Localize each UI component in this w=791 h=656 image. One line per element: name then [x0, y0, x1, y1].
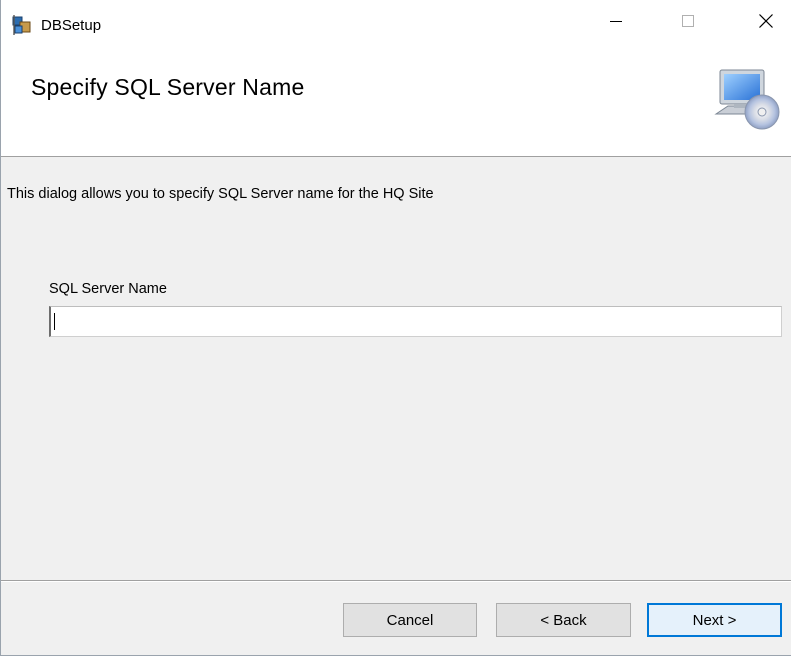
next-button[interactable]: Next > [647, 603, 782, 637]
close-icon [759, 13, 773, 33]
title-bar[interactable]: DBSetup [1, 0, 791, 46]
dialog-description: This dialog allows you to specify SQL Se… [7, 186, 434, 202]
maximize-button[interactable] [663, 0, 713, 46]
sql-server-name-input[interactable] [49, 306, 782, 337]
close-button[interactable] [741, 0, 791, 46]
installer-app-icon [11, 14, 33, 36]
setup-window: DBSetup Specify SQL Server Name This dia… [0, 0, 791, 656]
back-button[interactable]: < Back [496, 603, 631, 637]
window-title: DBSetup [41, 17, 102, 34]
maximize-icon [682, 14, 694, 32]
header-banner: Specify SQL Server Name [1, 46, 791, 157]
cancel-button[interactable]: Cancel [343, 603, 477, 637]
page-title: Specify SQL Server Name [31, 74, 305, 100]
text-caret [54, 313, 55, 330]
footer-divider [1, 580, 791, 582]
computer-disc-icon [714, 68, 780, 132]
minimize-button[interactable] [591, 0, 641, 46]
minimize-icon [610, 14, 622, 32]
sql-server-name-label: SQL Server Name [49, 281, 167, 297]
